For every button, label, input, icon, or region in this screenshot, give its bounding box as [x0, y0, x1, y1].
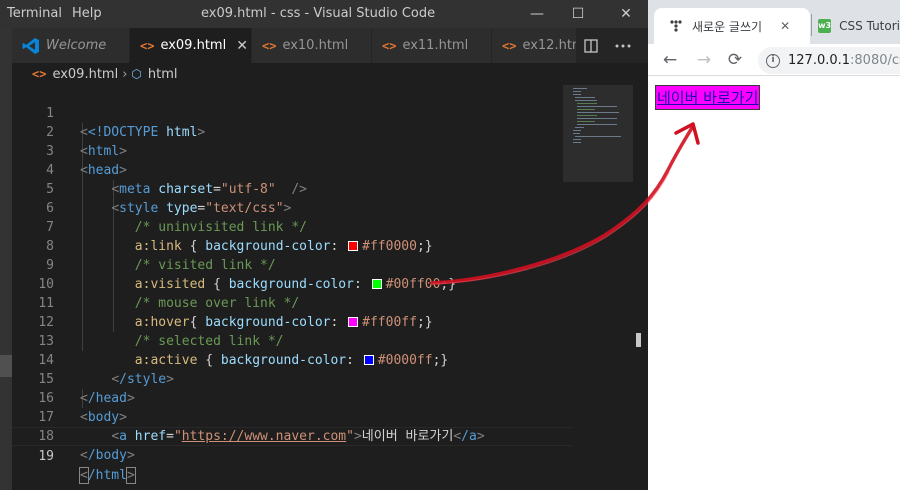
close-icon[interactable]: ✕ [236, 38, 248, 54]
address-bar[interactable]: i 127.0.0.1:8080/css [758, 47, 900, 74]
html-file-icon: <> [382, 38, 397, 53]
html-file-icon: <> [32, 67, 47, 81]
browser-tab-css-tutorial[interactable]: w3 CSS Tutori [818, 8, 900, 44]
menu-help[interactable]: Help [72, 6, 102, 21]
tab-ex11-html[interactable]: <> ex11.html [372, 28, 492, 63]
code-line-8: 8 /* visited link */ [46, 239, 276, 273]
site-info-icon[interactable]: i [766, 53, 780, 68]
vscode-logo-icon [22, 37, 39, 54]
code-line-4: 4 <meta charset="utf-8" /> [46, 163, 308, 197]
scrollbar-thumb[interactable] [636, 333, 641, 347]
reload-button[interactable]: ⟳ [723, 48, 747, 72]
chevron-right-icon: › [122, 66, 128, 82]
url-rest: :8080/css [850, 53, 900, 68]
url-host: 127.0.0.1 [788, 53, 851, 68]
editor-scrollbar[interactable] [633, 85, 647, 490]
back-button[interactable]: ← [658, 48, 682, 72]
code-editor[interactable]: 1 <<!DOCTYPE html> 2 <html> 3 <head> 4 <… [12, 85, 648, 490]
symbol-element-icon: ⬡ [131, 67, 142, 81]
tab-welcome[interactable]: Welcome [12, 28, 130, 63]
code-line-6: 6 /* uninvisited link */ [46, 201, 307, 235]
breadcrumb: <> ex09.html › ⬡ html [12, 63, 648, 85]
code-line-18: 18 </body> [38, 429, 135, 463]
code-line-19: 19 </html> [12, 427, 572, 484]
activity-bar [0, 28, 12, 490]
code-line-10: 10 /* mouse over link */ [38, 277, 300, 311]
new-post-icon [670, 20, 682, 32]
tab-divider [811, 14, 812, 36]
title-bar: Terminal Help ex09.html - css - Visual S… [0, 0, 648, 28]
tab-ex12-html[interactable]: <> ex12.htm [492, 28, 578, 63]
breadcrumb-symbol[interactable]: html [148, 67, 178, 82]
browser-tab-title: 새로운 글쓰기 [692, 19, 763, 34]
tab-ex10-html[interactable]: <> ex10.html [252, 28, 372, 63]
code-line-14: 14 </style> [38, 353, 174, 387]
html-file-icon: <> [262, 38, 277, 53]
code-line-15: 15 </head> [38, 372, 135, 406]
window-title: ex09.html - css - Visual Studio Code [201, 6, 436, 21]
tab-label: ex11.html [402, 38, 469, 53]
page-content: 네이버 바로가기 [648, 77, 900, 490]
more-actions-icon [615, 44, 631, 47]
browser-tab-title: CSS Tutori [839, 19, 900, 33]
tab-label: ex12.htm [522, 38, 577, 53]
breadcrumb-file[interactable]: ex09.html [52, 67, 118, 82]
split-editor-icon [584, 38, 598, 53]
more-actions-button[interactable] [608, 28, 638, 63]
browser-window: 새로운 글쓰기 ✕ w3 CSS Tutori ← → ⟳ i 127.0.0.… [648, 0, 900, 490]
code-line-17: 17 <a href="https://www.naver.com">네이버 바… [38, 410, 485, 444]
code-line-3: 3 <head> [46, 144, 127, 178]
tab-ex09-html[interactable]: <> ex09.html ✕ [130, 28, 252, 63]
code-line-1: 1 <<!DOCTYPE html> [46, 106, 206, 140]
split-editor-button[interactable] [576, 28, 606, 63]
maximize-button[interactable]: ☐ [558, 0, 598, 28]
code-line-2: 2 <html> [46, 125, 127, 159]
tab-label: ex10.html [282, 38, 349, 53]
code-line-16: 16 <body> [38, 391, 127, 425]
html-file-icon: <> [140, 38, 155, 53]
menu-terminal[interactable]: Terminal [7, 6, 62, 21]
tab-label: ex09.html [160, 38, 227, 53]
code-line-7: 7 a:link { background-color: #ff0000;} [46, 220, 433, 254]
close-tab-icon[interactable]: ✕ [780, 19, 790, 33]
close-window-button[interactable]: ✕ [606, 0, 646, 28]
code-line-5: 5 <style type="text/css"> [46, 182, 292, 216]
forward-button[interactable]: → [692, 48, 716, 72]
minimize-button[interactable]: — [517, 0, 557, 28]
minimap[interactable] [563, 85, 633, 182]
editor-tab-bar: Welcome <> ex09.html ✕ <> ex10.html <> e… [12, 28, 648, 63]
code-line-9: 9 a:visited { background-color: #00ff00;… [46, 258, 457, 292]
activity-bar-active-indicator[interactable] [0, 355, 12, 377]
code-line-12: 12 /* selected link */ [38, 315, 284, 349]
naver-link[interactable]: 네이버 바로가기 [654, 85, 761, 110]
browser-tab-new-post[interactable]: 새로운 글쓰기 ✕ [654, 8, 810, 44]
code-line-13: 13 a:active { background-color: #0000ff;… [38, 334, 449, 368]
tab-label: Welcome [46, 38, 107, 53]
vscode-window: Terminal Help ex09.html - css - Visual S… [0, 0, 648, 490]
browser-tab-strip: 새로운 글쓰기 ✕ w3 CSS Tutori [648, 0, 900, 44]
browser-toolbar: ← → ⟳ i 127.0.0.1:8080/css [648, 44, 900, 76]
code-line-11: 11 a:hover{ background-color: #ff00ff;} [38, 296, 433, 330]
w3schools-icon: w3 [818, 19, 832, 33]
html-file-icon: <> [502, 38, 517, 53]
